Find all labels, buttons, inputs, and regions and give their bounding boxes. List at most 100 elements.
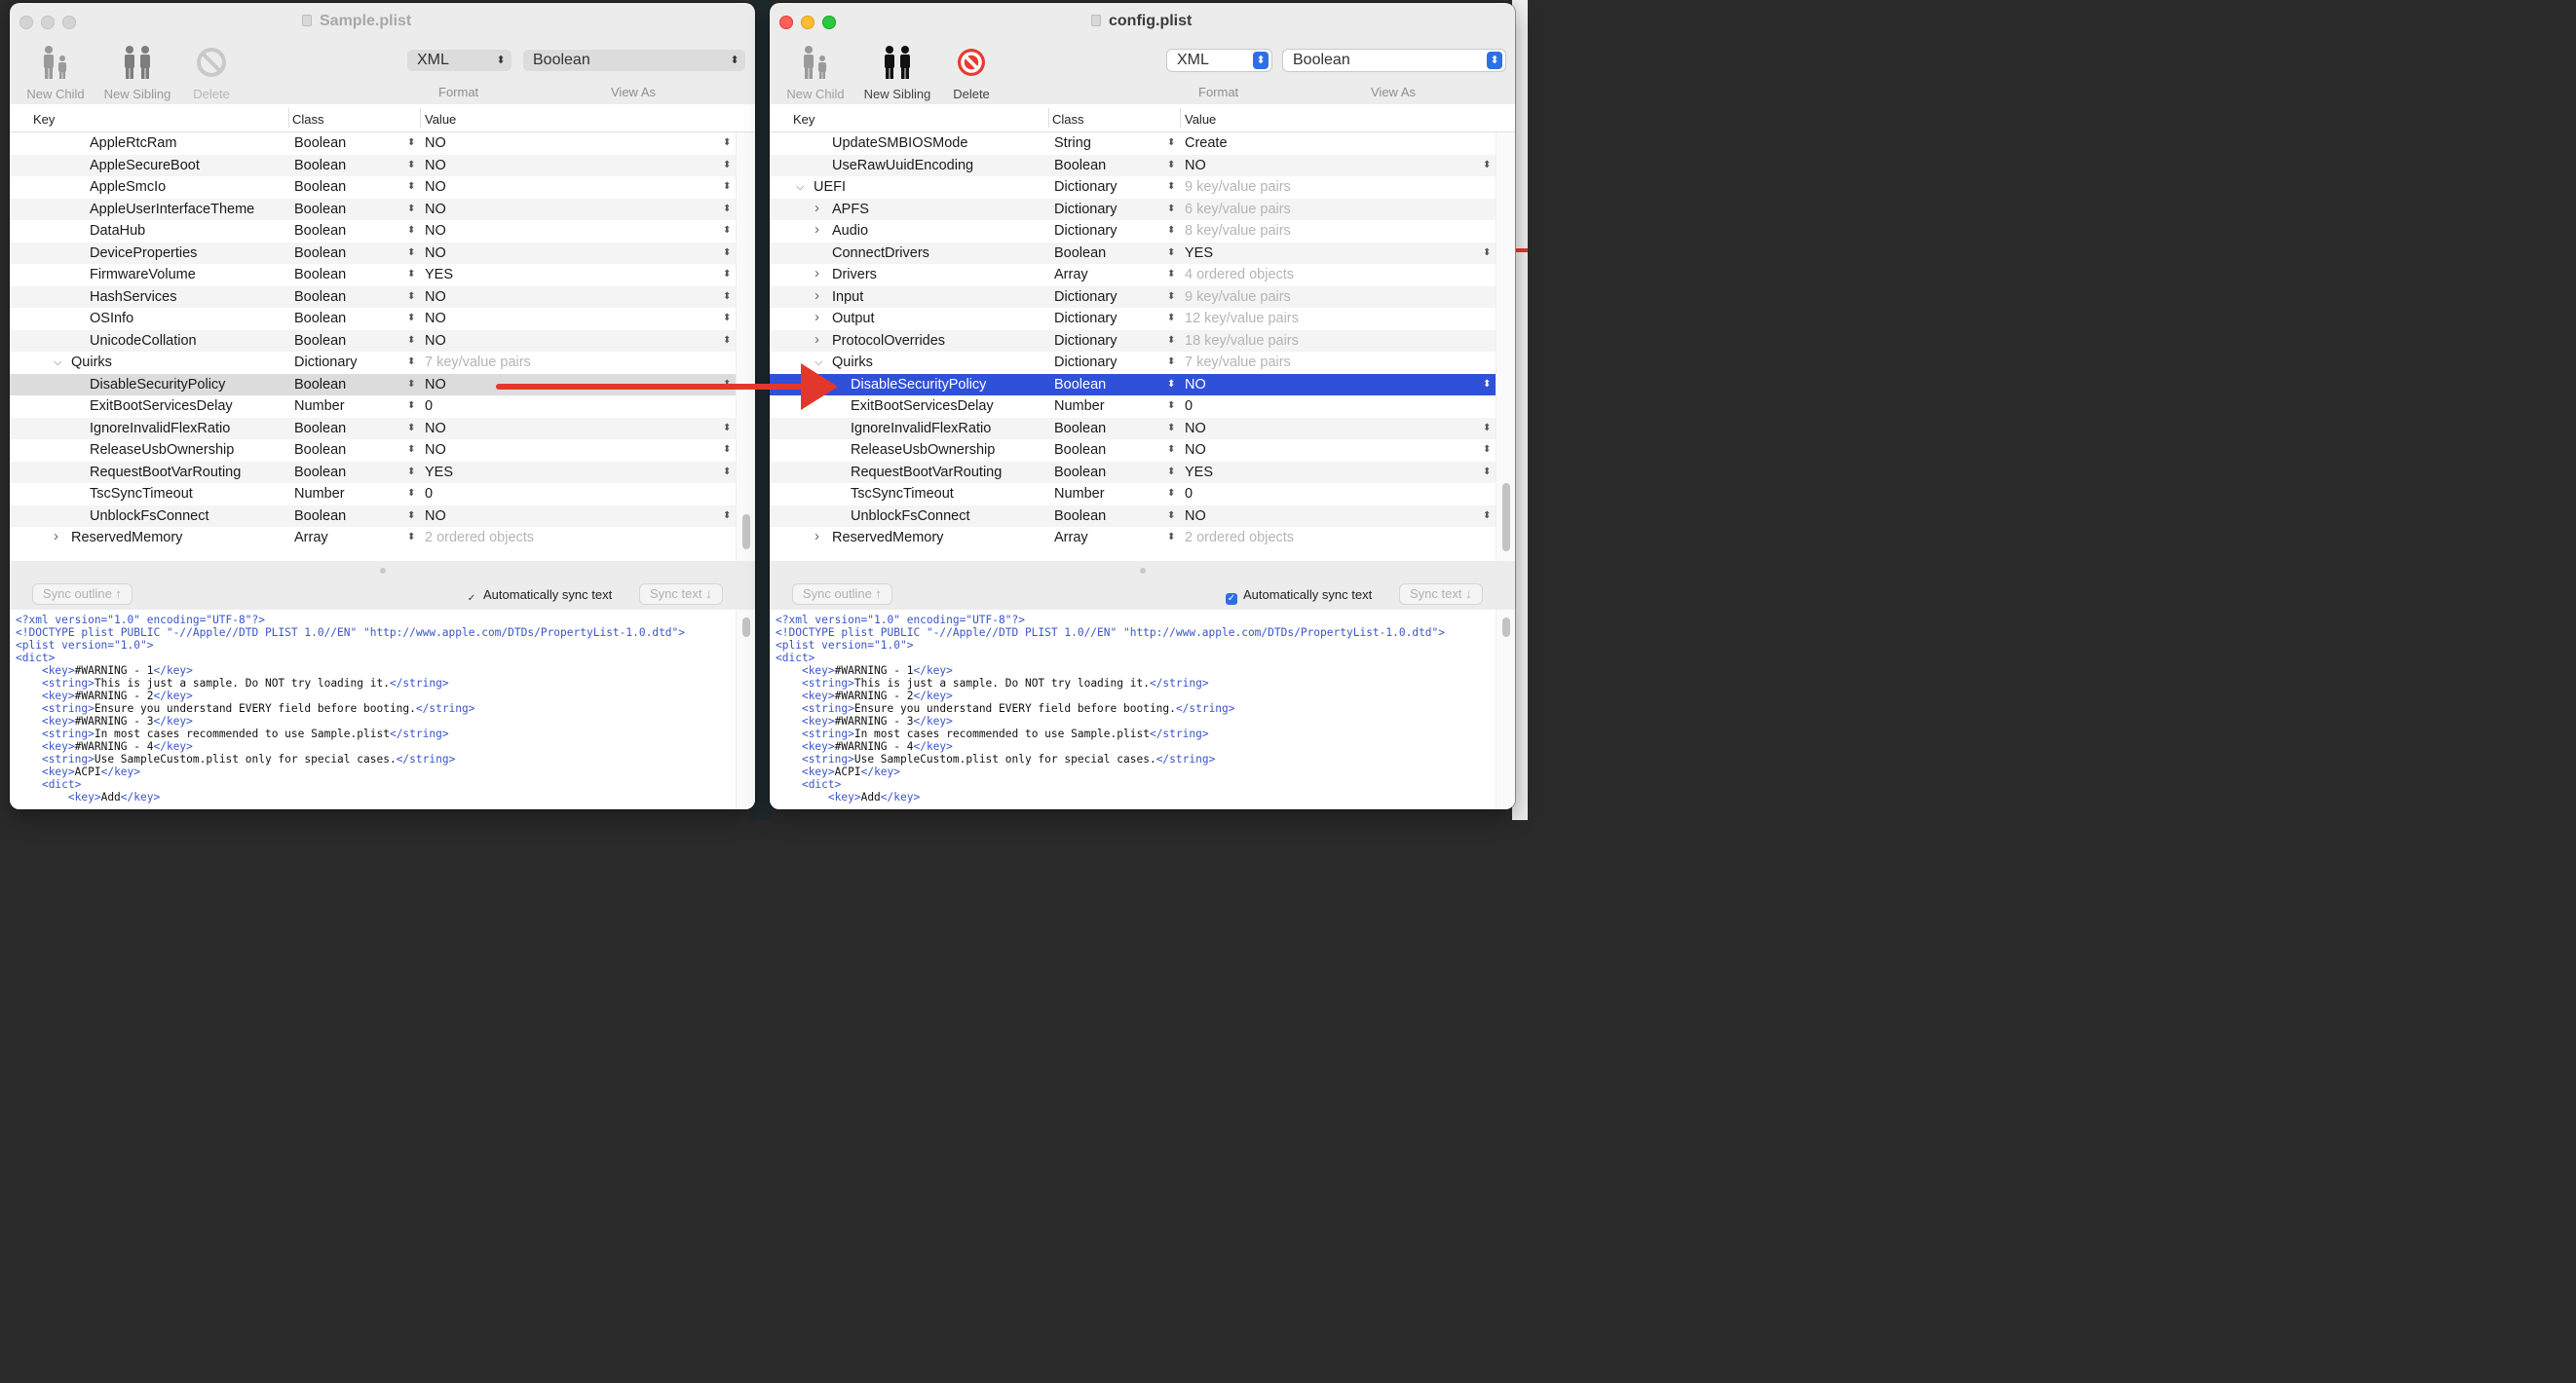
value-popup-icon[interactable]: ⬍ <box>1483 160 1491 170</box>
outline-row[interactable]: IgnoreInvalidFlexRatio Boolean ⬍ NO ⬍ <box>770 417 1496 439</box>
row-class[interactable]: Dictionary <box>1054 223 1117 239</box>
row-class[interactable]: Dictionary <box>1054 333 1117 349</box>
value-popup-icon[interactable]: ⬍ <box>1483 379 1491 390</box>
sync-outline-button[interactable]: Sync outline ↑ <box>793 584 891 604</box>
row-class[interactable]: Array <box>1054 267 1088 282</box>
xml-scrollbar[interactable] <box>1496 610 1515 809</box>
zoom-window-button[interactable] <box>62 16 76 29</box>
row-key[interactable]: APFS <box>832 202 869 217</box>
row-value[interactable]: Create <box>1185 135 1228 151</box>
row-class[interactable]: Boolean <box>294 158 346 173</box>
outline-row[interactable]: › ReservedMemory Array ⬍ 2 ordered objects <box>10 527 736 549</box>
row-key[interactable]: RequestBootVarRouting <box>851 465 1002 480</box>
row-value[interactable]: NO <box>425 245 446 261</box>
row-key[interactable]: UpdateSMBIOSMode <box>832 135 967 151</box>
disclosure-closed-icon[interactable]: › <box>814 309 819 325</box>
sync-text-button[interactable]: Sync text ↓ <box>1400 584 1482 604</box>
disclosure-closed-icon[interactable]: › <box>814 528 819 544</box>
class-stepper-icon[interactable]: ⬍ <box>1167 247 1175 258</box>
outline-row[interactable]: TscSyncTimeout Number ⬍ 0 <box>770 483 1496 505</box>
row-key[interactable]: Output <box>832 311 875 326</box>
row-key[interactable]: RequestBootVarRouting <box>90 465 241 480</box>
value-popup-icon[interactable]: ⬍ <box>723 444 731 455</box>
outline-row[interactable]: ExitBootServicesDelay Number ⬍ 0 <box>770 395 1496 418</box>
class-stepper-icon[interactable]: ⬍ <box>407 291 415 302</box>
row-class[interactable]: Boolean <box>294 311 346 326</box>
scroll-thumb[interactable] <box>742 617 750 637</box>
row-key[interactable]: AppleSecureBoot <box>90 158 200 173</box>
xml-scrollbar[interactable] <box>736 610 755 809</box>
class-stepper-icon[interactable]: ⬍ <box>1167 335 1175 346</box>
outline-row[interactable]: DisableSecurityPolicy Boolean ⬍ NO ⬍ <box>10 373 736 395</box>
outline-row[interactable]: ConnectDrivers Boolean ⬍ YES ⬍ <box>770 242 1496 264</box>
row-value[interactable]: NO <box>425 311 446 326</box>
row-value[interactable]: NO <box>425 179 446 195</box>
row-value[interactable]: 9 key/value pairs <box>1185 179 1291 195</box>
disclosure-closed-icon[interactable]: › <box>814 221 819 238</box>
class-stepper-icon[interactable]: ⬍ <box>1167 160 1175 170</box>
class-stepper-icon[interactable]: ⬍ <box>1167 291 1175 302</box>
row-value[interactable]: 0 <box>425 486 433 502</box>
row-value[interactable]: NO <box>425 202 446 217</box>
class-stepper-icon[interactable]: ⬍ <box>1167 137 1175 148</box>
row-key[interactable]: ReservedMemory <box>71 530 182 545</box>
minimize-window-button[interactable] <box>41 16 55 29</box>
outline-row[interactable]: TscSyncTimeout Number ⬍ 0 <box>10 483 736 505</box>
outline-scrollbar[interactable] <box>736 132 755 561</box>
row-key[interactable]: AppleRtcRam <box>90 135 176 151</box>
row-value[interactable]: NO <box>425 442 446 458</box>
row-class[interactable]: Boolean <box>1054 508 1106 524</box>
outline-row[interactable]: › Output Dictionary ⬍ 12 key/value pairs <box>770 308 1496 330</box>
row-key[interactable]: ExitBootServicesDelay <box>90 398 233 414</box>
view-as-select[interactable]: Boolean ⬍ <box>523 50 745 71</box>
row-class[interactable]: Array <box>294 530 328 545</box>
auto-sync-checkbox[interactable]: ✓ Automatically sync text <box>1226 587 1372 605</box>
row-class[interactable]: Array <box>1054 530 1088 545</box>
disclosure-open-icon[interactable]: ⌵ <box>796 181 804 194</box>
row-key[interactable]: UnicodeCollation <box>90 333 197 349</box>
class-stepper-icon[interactable]: ⬍ <box>407 181 415 192</box>
outline-row[interactable]: UnblockFsConnect Boolean ⬍ NO ⬍ <box>770 505 1496 527</box>
delete-button[interactable]: Delete <box>185 44 238 101</box>
row-value[interactable]: 7 key/value pairs <box>425 355 531 370</box>
column-header-class[interactable]: Class <box>1052 112 1084 127</box>
row-value[interactable]: 12 key/value pairs <box>1185 311 1299 326</box>
row-class[interactable]: Dictionary <box>1054 355 1117 370</box>
class-stepper-icon[interactable]: ⬍ <box>407 510 415 521</box>
new-child-button[interactable]: New Child <box>781 44 850 101</box>
split-divider[interactable] <box>770 561 1515 580</box>
row-key[interactable]: Quirks <box>832 355 873 370</box>
row-class[interactable]: Boolean <box>294 267 346 282</box>
auto-sync-checkbox[interactable]: ✓ Automatically sync text <box>466 587 612 605</box>
row-class[interactable]: Boolean <box>294 508 346 524</box>
outline-row[interactable]: AppleSecureBoot Boolean ⬍ NO ⬍ <box>10 154 736 176</box>
row-key[interactable]: ReleaseUsbOwnership <box>90 442 234 458</box>
row-value[interactable]: 0 <box>425 398 433 414</box>
class-stepper-icon[interactable]: ⬍ <box>407 160 415 170</box>
class-stepper-icon[interactable]: ⬍ <box>407 488 415 499</box>
outline-row[interactable]: UnblockFsConnect Boolean ⬍ NO ⬍ <box>10 505 736 527</box>
sync-text-button[interactable]: Sync text ↓ <box>640 584 722 604</box>
column-header-class[interactable]: Class <box>292 112 324 127</box>
row-key[interactable]: TscSyncTimeout <box>851 486 954 502</box>
class-stepper-icon[interactable]: ⬍ <box>407 467 415 477</box>
row-value[interactable]: NO <box>425 508 446 524</box>
row-class[interactable]: Boolean <box>1054 442 1106 458</box>
row-class[interactable]: Boolean <box>294 202 346 217</box>
row-class[interactable]: Boolean <box>294 421 346 436</box>
outline-row[interactable]: › APFS Dictionary ⬍ 6 key/value pairs <box>770 198 1496 220</box>
outline-row[interactable]: DeviceProperties Boolean ⬍ NO ⬍ <box>10 242 736 264</box>
value-popup-icon[interactable]: ⬍ <box>723 291 731 302</box>
row-key[interactable]: TscSyncTimeout <box>90 486 193 502</box>
row-class[interactable]: Number <box>1054 486 1105 502</box>
value-popup-icon[interactable]: ⬍ <box>1483 510 1491 521</box>
minimize-window-button[interactable] <box>801 16 814 29</box>
row-key[interactable]: IgnoreInvalidFlexRatio <box>90 421 230 436</box>
column-header-value[interactable]: Value <box>1185 112 1216 127</box>
row-key[interactable]: HashServices <box>90 289 176 305</box>
disclosure-closed-icon[interactable]: › <box>814 200 819 216</box>
value-popup-icon[interactable]: ⬍ <box>1483 247 1491 258</box>
row-value[interactable]: NO <box>425 333 446 349</box>
value-popup-icon[interactable]: ⬍ <box>723 379 731 390</box>
row-class[interactable]: Boolean <box>294 179 346 195</box>
